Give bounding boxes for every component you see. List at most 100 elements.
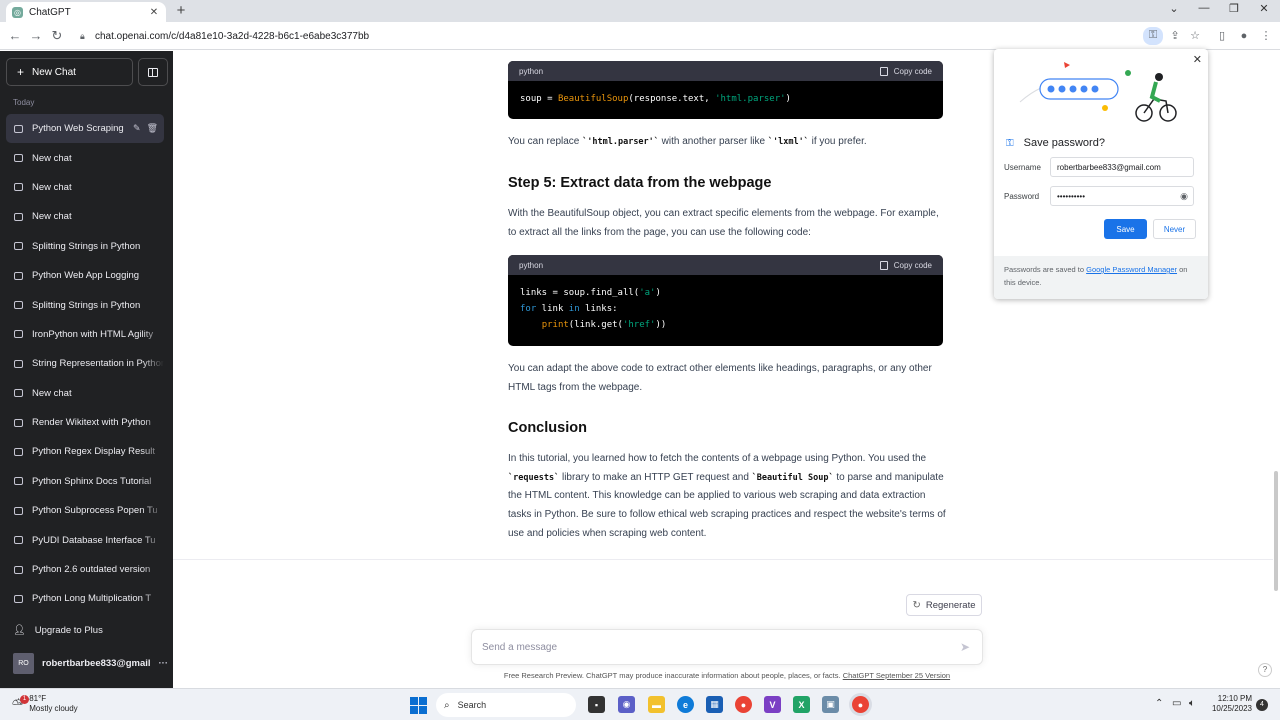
browser-tab[interactable]: ◎ ChatGPT ✕: [6, 2, 166, 22]
share-icon[interactable]: ⇪: [1167, 28, 1183, 44]
paragraph: You can adapt the above code to extract …: [508, 363, 932, 393]
weather-widget[interactable]: ⛅︎ 1 81°F Mostly cloudy: [12, 694, 78, 714]
network-icon[interactable]: ▭: [1172, 698, 1181, 709]
profile-icon[interactable]: ●: [1236, 28, 1252, 44]
notifications-badge[interactable]: 4: [1256, 699, 1268, 711]
temperature: 81°F: [29, 694, 47, 703]
sidebar-chat-item[interactable]: Python Web App Logging: [6, 260, 164, 291]
sidebar-chat-item[interactable]: Python Web Scraping ✎ 🗑︎: [6, 114, 164, 144]
excel-icon[interactable]: X: [793, 696, 810, 713]
back-icon[interactable]: ←: [7, 28, 23, 44]
footer-text: Passwords are saved to: [1004, 265, 1087, 274]
message-input[interactable]: Send a message ➤: [471, 629, 983, 665]
sidebar-chat-item[interactable]: PyUDI Database Interface Tu: [6, 525, 164, 555]
text-fade: [142, 260, 164, 291]
user-account-menu[interactable]: RO robertbarbee833@gmail ···: [13, 653, 168, 674]
copy-code-label: Copy code: [893, 260, 932, 270]
scrollbar[interactable]: [1274, 471, 1278, 591]
version-link[interactable]: ChatGPT September 25 Version: [843, 671, 950, 680]
app-window-icon[interactable]: ▣: [822, 696, 839, 713]
new-tab-button[interactable]: +: [173, 3, 189, 19]
volume-icon[interactable]: 🔈︎: [1189, 698, 1195, 709]
never-button[interactable]: Never: [1153, 219, 1196, 239]
save-password-button[interactable]: Save: [1104, 219, 1147, 239]
sidebar-chat-item[interactable]: Python Regex Display Result: [6, 437, 164, 467]
tray-chevron-icon[interactable]: ⌃: [1155, 698, 1163, 709]
password-key-icon[interactable]: ⚿: [1143, 27, 1163, 45]
copy-code-button[interactable]: Copy code: [879, 66, 932, 76]
sidebar: + New Chat Today Python Web Scraping ✎ 🗑︎ N…: [0, 51, 173, 688]
sidebar-chat-item[interactable]: Splitting Strings in Python: [6, 290, 164, 320]
chatgpt-favicon-icon: ◎: [12, 6, 23, 18]
file-explorer-icon[interactable]: ▬: [648, 696, 665, 713]
popup-footer: Passwords are saved to Google Password M…: [994, 256, 1208, 299]
tab-search-chevron-icon[interactable]: ⌄: [1165, 2, 1183, 15]
sidebar-chat-item[interactable]: New chat: [6, 143, 164, 173]
password-field[interactable]: •••••••••• ◉: [1050, 186, 1194, 206]
sidebar-chat-item[interactable]: String Representation in Python: [6, 349, 164, 379]
clipboard-icon: [879, 66, 888, 76]
password-manager-link[interactable]: Google Password Manager: [1086, 265, 1177, 274]
username-field[interactable]: robertbarbee833@gmail.com: [1050, 157, 1194, 177]
edge-icon[interactable]: e: [677, 696, 694, 713]
close-icon[interactable]: ✕: [1193, 53, 1202, 66]
clipboard-icon: [879, 260, 888, 270]
window-close-icon[interactable]: ✕: [1255, 2, 1273, 15]
browser-menu-icon[interactable]: ⋮: [1258, 28, 1274, 44]
password-illustration: [1019, 62, 1177, 122]
username-label: Username: [1004, 163, 1041, 172]
sidebar-chat-item[interactable]: New chat: [6, 172, 164, 203]
sidebar-chat-item[interactable]: Python 2.6 outdated version: [6, 554, 164, 585]
url-bar[interactable]: 🔒︎ chat.openai.com/c/d4a81e10-3a2d-4228-…: [80, 26, 1168, 46]
sidebar-chat-item[interactable]: Python Subprocess Popen Tu: [6, 496, 164, 526]
sidebar-chat-item[interactable]: Python Long Multiplication T: [6, 584, 164, 614]
sidebar-chat-item[interactable]: New chat: [6, 378, 164, 408]
chat-bubble-icon: [14, 359, 23, 368]
clock[interactable]: 12:10 PM 10/25/2023: [1204, 694, 1252, 714]
code-block: python Copy code links = soup.find_all('…: [508, 255, 943, 346]
teams-chat-icon[interactable]: ◉: [618, 696, 635, 713]
side-panel-icon[interactable]: ▯: [1214, 28, 1230, 44]
sidebar-chat-item[interactable]: New chat: [6, 202, 164, 232]
chrome-icon[interactable]: ●: [735, 696, 752, 713]
sidebar-chat-item[interactable]: Splitting Strings in Python: [6, 231, 164, 261]
sidebar-chat-item[interactable]: Render Wikitext with Python: [6, 407, 164, 438]
text-fade: [142, 290, 164, 320]
minimize-icon[interactable]: —: [1195, 2, 1213, 14]
show-password-eye-icon[interactable]: ◉: [1180, 191, 1188, 202]
maximize-icon[interactable]: ❐: [1225, 2, 1243, 15]
text-fade: [142, 143, 164, 173]
footer-disclaimer: Free Research Preview. ChatGPT may produ…: [431, 671, 1023, 680]
tab-close-icon[interactable]: ✕: [148, 7, 160, 18]
forward-icon[interactable]: →: [28, 28, 44, 44]
text-fade: [142, 554, 164, 585]
collapse-sidebar-button[interactable]: [138, 58, 168, 86]
send-icon[interactable]: ➤: [960, 640, 970, 654]
help-button[interactable]: ?: [1258, 663, 1272, 677]
taskbar-search[interactable]: ⌕ Search: [436, 693, 576, 717]
copy-code-button[interactable]: Copy code: [879, 260, 932, 270]
regenerate-button[interactable]: ↻ Regenerate: [906, 594, 982, 616]
store-icon[interactable]: ▦: [706, 696, 723, 713]
search-label: Search: [457, 700, 487, 710]
sidebar-chat-item[interactable]: IronPython with HTML Agility: [6, 319, 164, 350]
sidebar-chat-item[interactable]: Python Sphinx Docs Tutorial: [6, 466, 164, 497]
site-info-icon[interactable]: 🔒︎: [80, 31, 90, 41]
delete-icon[interactable]: 🗑︎: [147, 123, 158, 134]
chat-bubble-icon: [14, 506, 23, 515]
chat-bubble-icon: [14, 536, 23, 545]
chat-bubble-icon: [14, 154, 23, 163]
task-view-icon[interactable]: ▪: [588, 696, 605, 713]
edit-icon[interactable]: ✎: [133, 123, 141, 134]
text: if you prefer.: [808, 136, 867, 147]
new-chat-button[interactable]: + New Chat: [6, 58, 133, 86]
bookmark-star-icon[interactable]: ☆: [1187, 28, 1203, 44]
upgrade-to-plus-button[interactable]: 👤︎ Upgrade to Plus: [13, 625, 103, 636]
chat-bubble-icon: [14, 242, 23, 251]
chrome-active-icon[interactable]: ●: [852, 696, 869, 713]
reload-icon[interactable]: ↻: [49, 28, 65, 44]
code-language: python: [519, 260, 544, 270]
more-options-icon[interactable]: ···: [159, 658, 169, 669]
app-v-icon[interactable]: V: [764, 696, 781, 713]
windows-start-icon[interactable]: [410, 697, 427, 714]
